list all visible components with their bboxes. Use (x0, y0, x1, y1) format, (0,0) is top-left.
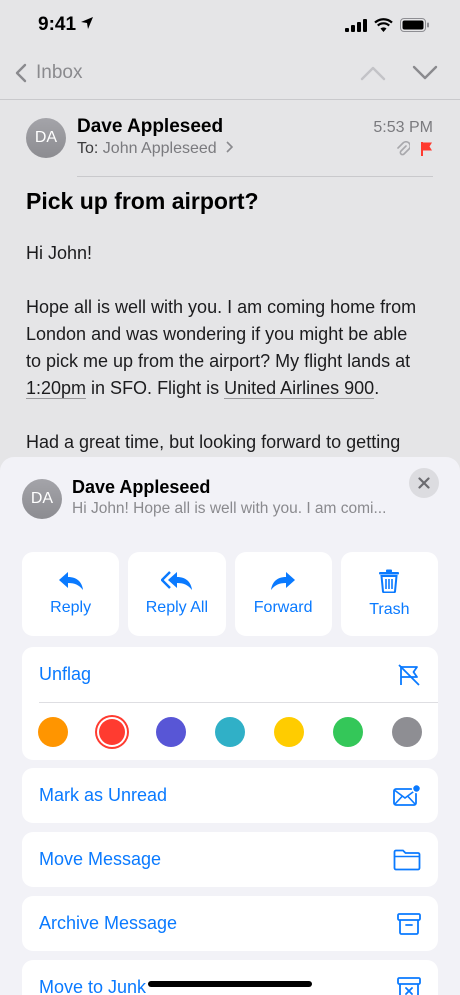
flag-icon (421, 142, 432, 156)
reply-label: Reply (50, 599, 92, 616)
reply-all-label: Reply All (145, 599, 208, 616)
location-arrow-icon (81, 17, 93, 29)
unflag-row[interactable]: Unflag (22, 647, 438, 702)
nav-divider (0, 99, 460, 100)
archive-box-icon (397, 912, 421, 935)
reply-all-icon (160, 571, 192, 590)
battery-icon (400, 18, 429, 32)
flag-color-gray[interactable] (392, 716, 422, 747)
reply-button[interactable]: Reply (22, 552, 120, 636)
flag-color-picker (22, 703, 438, 760)
attachment-icon (397, 141, 410, 156)
mark-unread-icon (393, 783, 421, 806)
sheet-avatar: DA (22, 479, 62, 519)
body-greeting: Hi John! (26, 243, 93, 263)
forward-button[interactable]: Forward (234, 552, 332, 636)
move-to-junk-card[interactable]: Move to Junk (22, 960, 438, 995)
flight-link[interactable]: United Airlines 900 (224, 378, 375, 399)
mark-unread-card[interactable]: Mark as Unread (22, 768, 438, 823)
flag-card: Unflag (22, 647, 438, 760)
unflag-label: Unflag (39, 664, 92, 684)
mark-unread-label: Mark as Unread (39, 785, 168, 805)
chevron-left-icon (15, 63, 27, 83)
to-prefix: To: (77, 140, 99, 157)
quick-actions: Reply Reply All Forward Trash (22, 552, 438, 636)
body-text: in SFO. Flight is (86, 378, 225, 398)
flag-color-green[interactable] (333, 716, 363, 747)
move-message-card[interactable]: Move Message (22, 832, 438, 887)
header-divider (77, 176, 433, 177)
previous-message-icon[interactable] (360, 64, 386, 82)
trash-icon (379, 569, 400, 593)
unflag-icon (398, 663, 420, 686)
body-paragraph-2: Had a great time, but looking forward to… (26, 432, 401, 452)
move-to-junk-label: Move to Junk (39, 977, 147, 995)
sheet-preview: Hi John! Hope all is well with you. I am… (72, 500, 387, 517)
recipient-name: John Appleseed (102, 140, 217, 157)
sender-name: Dave Appleseed (77, 116, 224, 137)
message-actions-sheet: DA Dave Appleseed Hi John! Hope all is w… (0, 457, 460, 995)
next-message-icon[interactable] (412, 64, 438, 82)
body-text: Hope all is well with you. I am coming h… (26, 297, 417, 371)
folder-icon (393, 849, 421, 870)
message-subject: Pick up from airport? (26, 188, 259, 214)
status-bar: 9:41 (0, 0, 460, 50)
nav-bar: Inbox (0, 58, 460, 94)
back-button[interactable]: Inbox (14, 62, 82, 84)
close-icon (418, 477, 430, 489)
flag-color-blue[interactable] (215, 716, 245, 747)
flag-color-red[interactable] (99, 718, 125, 745)
sheet-sender-name: Dave Appleseed (72, 477, 211, 497)
body-paragraph-1: Hope all is well with you. I am coming h… (26, 294, 421, 402)
trash-button[interactable]: Trash (340, 552, 438, 636)
status-time: 9:41 (38, 14, 77, 35)
reply-icon (58, 572, 83, 590)
flag-color-orange[interactable] (38, 716, 68, 747)
forward-label: Forward (253, 599, 313, 616)
archive-message-card[interactable]: Archive Message (22, 896, 438, 951)
chevron-right-icon (226, 141, 234, 153)
home-indicator (148, 981, 312, 987)
signal-icon (345, 18, 367, 32)
close-button[interactable] (409, 468, 439, 498)
move-message-label: Move Message (39, 849, 162, 869)
wifi-icon (374, 18, 393, 32)
reply-all-button[interactable]: Reply All (128, 552, 226, 636)
sender-avatar: DA (26, 118, 66, 158)
back-label: Inbox (36, 62, 83, 83)
flag-color-yellow[interactable] (274, 716, 304, 747)
flag-color-purple[interactable] (156, 716, 186, 747)
forward-icon (271, 572, 296, 590)
archive-message-label: Archive Message (39, 913, 178, 933)
message-time: 5:53 PM (373, 119, 433, 136)
recipient-line[interactable]: To: John Appleseed (77, 140, 234, 158)
time-link[interactable]: 1:20pm (26, 378, 87, 399)
body-text: . (374, 378, 380, 398)
message-body: Hi John! Hope all is well with you. I am… (26, 240, 421, 483)
trash-label: Trash (369, 601, 410, 618)
junk-icon (397, 976, 421, 995)
